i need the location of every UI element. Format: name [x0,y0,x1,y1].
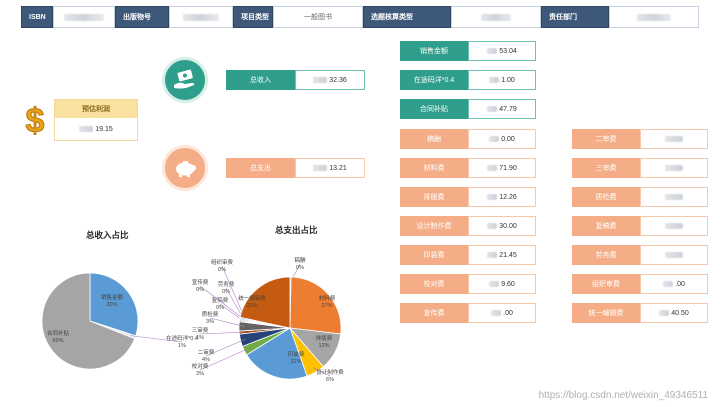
slice-percent: 3% [206,319,214,325]
cost-item-label: 设计制作费 [400,216,468,236]
cost-item-value [640,158,708,178]
slice-percent: 27% [321,303,332,309]
expense-label: 总支出 [226,158,295,178]
cost-item-value: 71.90 [468,158,536,178]
slice-label: 设计制作费 [316,368,344,376]
profit-value: 19.15 [55,118,137,140]
revenue-item-value: 1.00 [468,70,536,90]
cost-item-label: 宣传费 [400,303,468,323]
slice-percent: 6% [326,377,334,383]
dollar-icon: $ [25,102,45,138]
slice-percent: 4% [202,357,210,363]
revenue-item-label: 合同补贴 [400,99,468,119]
slice-percent: 1% [196,335,204,341]
cost-item-value: 12.26 [468,187,536,207]
cost-item-label: 统一编辑费 [572,303,640,323]
cost-item-label: 校对费 [400,274,468,294]
isbn-value[interactable] [53,6,115,28]
revenue-item-value: 47.79 [468,99,536,119]
slice-percent: 69% [52,338,63,344]
publish-no-label: 出版物号 [115,6,169,28]
cost-item-label: 排版费 [400,187,468,207]
slice-label: 宣传费 [192,278,209,286]
cost-item-value: 30.00 [468,216,536,236]
cost-item-label: 二审费 [572,129,640,149]
cost-item-value: .00 [468,303,536,323]
slice-percent: 22% [246,303,257,309]
expense-value: 13.21 [295,158,365,178]
slice-label: 校对费 [192,362,209,370]
slice-label: 统一编辑费 [238,294,266,302]
cost-item-value: 9.60 [468,274,536,294]
profit-label: 预估利润 [55,100,137,118]
dept-value[interactable] [609,6,699,28]
cost-item-value [640,129,708,149]
cost-item-value: 40.50 [640,303,708,323]
slice-label: 排版费 [316,334,333,342]
income-label: 总收入 [226,70,295,90]
slice-percent: 0% [196,287,204,293]
slice-label: 劳务费 [218,280,235,288]
cost-item-label: 材料费 [400,158,468,178]
revenue-item-label: 销售金额 [400,41,468,61]
project-type-value[interactable]: 一般图书 [273,6,363,28]
cost-item-value [640,245,708,265]
revenue-item-label: 在途码洋*0.4 [400,70,468,90]
cost-item-label: 三审费 [572,158,640,178]
profit-card: 预估利润 19.15 [54,99,138,141]
revenue-item-value: 53.04 [468,41,536,61]
cost-item-value [640,187,708,207]
slice-label: 复稿费 [212,296,229,304]
svg-text:$: $ [26,102,45,138]
money-hand-icon [162,57,208,103]
cost-item-label: 复稿费 [572,216,640,236]
budget-type-label: 选题核算类型 [363,6,451,28]
piggy-bank-icon [162,145,208,191]
slice-label: 销售金额 [101,293,124,301]
slice-label: 三审费 [192,326,209,334]
slice-percent: 30% [106,302,117,308]
cost-item-value [640,216,708,236]
watermark: https://blog.csdn.net/weixin_49346511 [538,390,708,401]
header-bar: ISBN 出版物号 项目类型 一般图书 选题核算类型 责任部门 [21,6,699,28]
pie-slice[interactable] [289,276,342,335]
project-type-label: 项目类型 [233,6,273,28]
slice-label: 印装费 [288,350,305,358]
cost-item-value: .00 [640,274,708,294]
cost-item-label: 质检费 [572,187,640,207]
publish-no-value[interactable] [169,6,233,28]
slice-label: 质检费 [202,310,219,318]
cost-item-value: 21.45 [468,245,536,265]
dept-label: 责任部门 [541,6,609,28]
isbn-label: ISBN [21,6,53,28]
income-chart-title: 总收入占比 [86,230,129,240]
budget-type-value[interactable] [451,6,541,28]
cost-item-label: 印装费 [400,245,468,265]
slice-percent: 0% [296,265,304,271]
slice-percent: 0% [222,289,230,295]
expense-pie-chart: 稿酬0%材料费27%排版费12%设计制作费6%印装费22%校对费3%二审费4%三… [192,256,345,383]
cost-item-label: 稿酬 [400,129,468,149]
slice-label: 组织审费 [211,258,234,266]
cost-item-value: 0.00 [468,129,536,149]
slice-percent: 12% [318,343,329,349]
slice-label: 材料费 [319,294,336,302]
income-value: 32.36 [295,70,365,90]
slice-percent: 0% [216,305,224,311]
slice-percent: 3% [196,371,204,377]
slice-label: 合同补贴 [47,329,70,337]
slice-label: 二审费 [198,348,215,356]
cost-item-label: 劳务费 [572,245,640,265]
expense-chart-title: 总支出占比 [275,225,318,235]
cost-item-label: 组织审费 [572,274,640,294]
slice-label: 稿酬 [294,256,306,264]
slice-percent: 22% [290,359,301,365]
slice-percent: 0% [218,267,226,273]
